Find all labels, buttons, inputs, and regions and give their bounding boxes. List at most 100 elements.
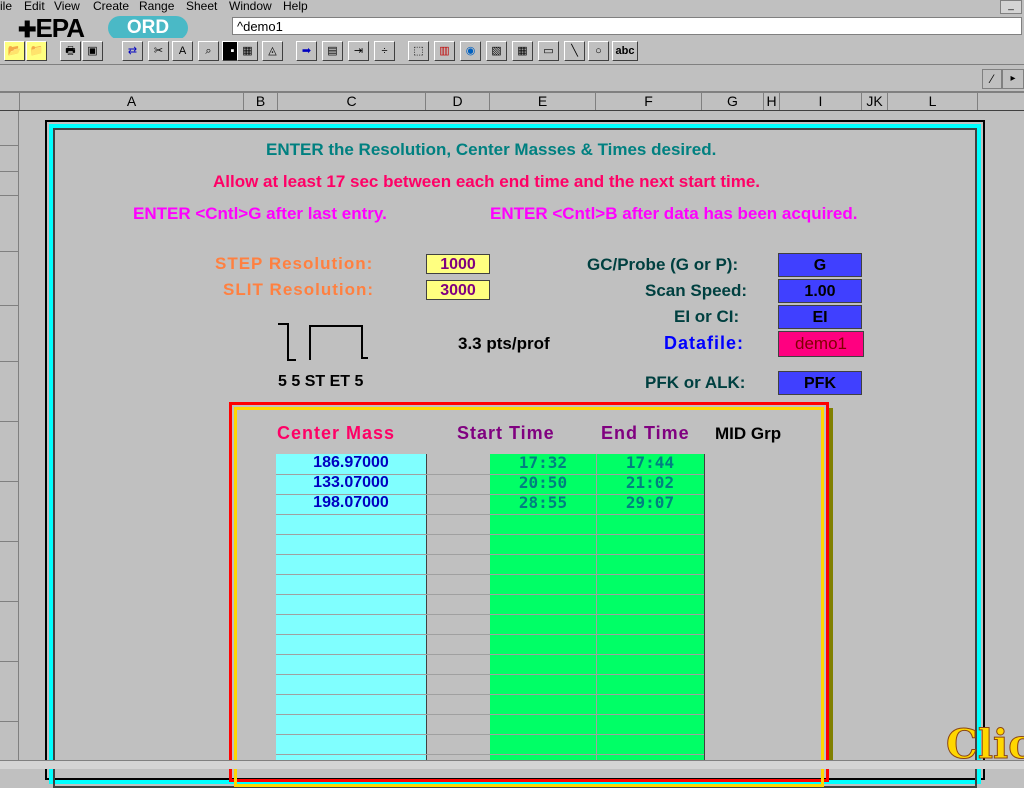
pts-per-profile: 3.3 pts/prof — [458, 334, 550, 353]
step-resolution-field[interactable]: 1000 — [426, 254, 490, 274]
start-time-cell[interactable]: 20:50 — [490, 473, 596, 493]
line-icon[interactable]: ╲ — [564, 41, 585, 61]
center-mass-cell[interactable]: 198.07000 — [276, 493, 426, 513]
bar-chart-icon[interactable]: ▥ — [434, 41, 455, 61]
find-icon[interactable]: ⌕ — [198, 41, 219, 61]
col-h[interactable]: H — [764, 93, 780, 110]
table-icon[interactable]: ▦ — [512, 41, 533, 61]
chart-icon[interactable]: ◬ — [262, 41, 283, 61]
row-line — [0, 421, 18, 422]
col-f[interactable]: F — [596, 93, 702, 110]
center-mass-cell[interactable]: 133.07000 — [276, 473, 426, 493]
select-icon[interactable]: ⬚ — [408, 41, 429, 61]
row-line — [0, 251, 18, 252]
center-mass-cell[interactable]: 186.97000 — [276, 453, 426, 473]
menu-file[interactable]: ile — [0, 0, 12, 13]
header-mid-grp: MID Grp — [715, 424, 782, 443]
ellipse-icon[interactable]: ○ — [588, 41, 609, 61]
timing-legend: 5 5 ST ET 5 — [278, 373, 364, 390]
menu-window[interactable]: Window — [229, 0, 272, 13]
row-line — [0, 481, 18, 482]
row-line — [0, 601, 18, 602]
globe-icon[interactable]: ◉ — [460, 41, 481, 61]
text-icon[interactable]: A — [172, 41, 193, 61]
gc-probe-label: GC/Probe (G or P): — [587, 255, 739, 274]
pfk-alk-label: PFK or ALK: — [645, 373, 746, 392]
map-icon[interactable]: ▧ — [486, 41, 507, 61]
header-start-time: Start Time — [457, 423, 555, 443]
scan-speed-label: Scan Speed: — [645, 281, 748, 300]
col-a[interactable]: A — [20, 93, 244, 110]
open-folder-icon[interactable]: 📂 — [4, 41, 25, 61]
datafile-field[interactable]: demo1 — [778, 331, 864, 357]
split-icon[interactable]: ▸ — [1002, 69, 1024, 89]
name-box[interactable]: ^demo1 — [232, 17, 1022, 35]
mid-table-shadow — [829, 408, 833, 768]
end-time-cell[interactable]: 29:07 — [596, 493, 704, 513]
rect-icon[interactable]: ▭ — [538, 41, 559, 61]
col-i[interactable]: I — [780, 93, 862, 110]
insert-icon[interactable]: ⇥ — [348, 41, 369, 61]
pfk-alk-field[interactable]: PFK — [778, 371, 862, 395]
column-header: A B C D E F G H I JK L — [0, 93, 1024, 111]
row-line — [0, 305, 18, 306]
minimize-button[interactable]: _ — [1000, 0, 1022, 14]
grid-line — [276, 734, 704, 735]
row-line — [0, 195, 18, 196]
cut-icon[interactable]: ✂ — [148, 41, 169, 61]
grid-line — [276, 614, 704, 615]
menu-help[interactable]: Help — [283, 0, 308, 13]
slit-resolution-label: SLIT Resolution: — [223, 280, 375, 299]
menu-sheet[interactable]: Sheet — [186, 0, 217, 13]
instruction-line-1: ENTER the Resolution, Center Masses & Ti… — [266, 140, 717, 159]
scan-speed-field[interactable]: 1.00 — [778, 279, 862, 303]
start-time-cell[interactable]: 17:32 — [490, 453, 596, 473]
column-divider — [704, 454, 705, 768]
open-icon[interactable]: 📁 — [26, 41, 47, 61]
diagonal-icon[interactable]: ⁄ — [982, 69, 1002, 89]
col-g[interactable]: G — [702, 93, 764, 110]
instruction-line-2: Allow at least 17 sec between each end t… — [213, 172, 761, 191]
menu-bar: ile Edit View Create Range Sheet Window … — [0, 0, 1024, 14]
row-line — [0, 661, 18, 662]
format-icon[interactable]: ▤ — [322, 41, 343, 61]
col-d[interactable]: D — [426, 93, 490, 110]
print-icon[interactable]: 🖶 — [60, 41, 81, 61]
menu-edit[interactable]: Edit — [24, 0, 45, 13]
end-time-cell[interactable]: 21:02 — [596, 473, 704, 493]
start-time-cell[interactable]: 28:55 — [490, 493, 596, 513]
slit-resolution-field[interactable]: 3000 — [426, 280, 490, 300]
instruction-cntl-g: ENTER <Cntl>G after last entry. — [133, 204, 387, 223]
arrow-right-icon[interactable]: ➡ — [296, 41, 317, 61]
row-line — [0, 721, 18, 722]
col-b[interactable]: B — [244, 93, 278, 110]
ei-ci-field[interactable]: EI — [778, 305, 862, 329]
transpose-icon[interactable]: ⇄ — [122, 41, 143, 61]
menu-create[interactable]: Create — [93, 0, 129, 13]
timing-pulse-2 — [309, 325, 368, 360]
insert-cells-icon[interactable]: ▦ — [237, 41, 258, 61]
grid-line — [276, 594, 704, 595]
fraction-icon[interactable]: ÷ — [374, 41, 395, 61]
preview-icon[interactable]: ▣ — [82, 41, 103, 61]
end-time-cell[interactable]: 17:44 — [596, 453, 704, 473]
col-e[interactable]: E — [490, 93, 596, 110]
ei-ci-label: EI or CI: — [674, 307, 740, 326]
grid-line — [276, 754, 704, 755]
gc-probe-field[interactable]: G — [778, 253, 862, 277]
corner-cell[interactable] — [0, 93, 20, 110]
col-c[interactable]: C — [278, 93, 426, 110]
row-line — [0, 541, 18, 542]
menu-view[interactable]: View — [54, 0, 80, 13]
toolbar: 📂 📁 🖶 ▣ ⇄ ✂ A ⌕ ▪ ▦ ◬ ➡ ▤ ⇥ ÷ ⬚ ▥ ◉ ▧ ▦ … — [0, 38, 1024, 65]
textbox-icon[interactable]: abc — [612, 41, 638, 61]
grid-line — [276, 634, 704, 635]
menu-range[interactable]: Range — [139, 0, 174, 13]
step-resolution-label: STEP Resolution: — [215, 254, 374, 273]
timing-diagram — [278, 323, 368, 361]
grid-line — [276, 654, 704, 655]
col-jk[interactable]: JK — [862, 93, 888, 110]
grid-line — [276, 554, 704, 555]
col-l[interactable]: L — [888, 93, 978, 110]
grid-line — [276, 694, 704, 695]
